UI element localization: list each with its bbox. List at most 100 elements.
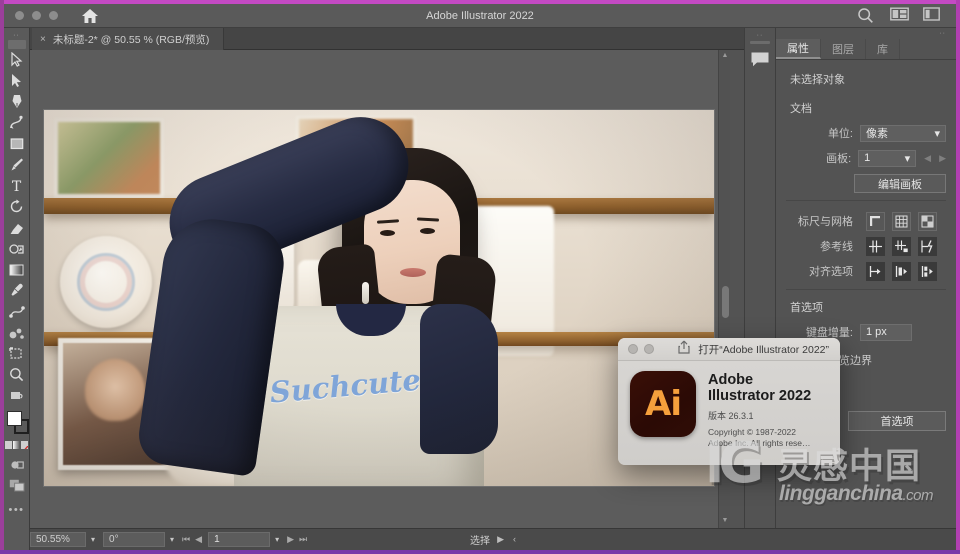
scroll-up-icon[interactable]: ▲ — [719, 52, 730, 64]
direct-selection-tool[interactable] — [4, 70, 30, 91]
rectangle-tool[interactable] — [4, 133, 30, 154]
snap-to-point-icon[interactable] — [866, 261, 885, 281]
eraser-tool[interactable] — [4, 217, 30, 238]
rotate-tool[interactable] — [4, 196, 30, 217]
selection-status: 未选择对象 — [790, 74, 845, 86]
pen-tool[interactable] — [4, 91, 30, 112]
artboard-stepper[interactable]: ◀ ▶ — [924, 153, 946, 164]
curvature-tool[interactable] — [4, 112, 30, 133]
previous-artboard-icon[interactable]: ◀ — [195, 534, 202, 545]
status-play-icon[interactable]: ▶ — [497, 534, 504, 545]
comments-icon[interactable] — [750, 51, 770, 73]
hand-tool[interactable] — [4, 385, 30, 406]
rotation-dropdown-icon[interactable]: ▾ — [170, 535, 174, 544]
first-artboard-icon[interactable]: ⏮ — [182, 534, 190, 545]
status-more-icon[interactable]: ‹ — [513, 534, 516, 545]
show-grid-icon[interactable] — [892, 211, 911, 231]
chevron-down-icon: ▾ — [934, 127, 940, 140]
artboard-prev-icon[interactable]: ◀ — [924, 153, 931, 164]
tab-libraries[interactable]: 库 — [866, 39, 900, 59]
gradient-button[interactable] — [13, 441, 20, 449]
zoom-tool[interactable] — [4, 364, 30, 385]
dialog-traffic-lights[interactable] — [628, 344, 654, 354]
artboard-navigation-next: ▶ ⏭ — [287, 534, 307, 545]
placed-photo[interactable]: Suchcute — [44, 110, 714, 486]
open-application-dialog[interactable]: 打开“Adobe Illustrator 2022” Ai Adobe Illu… — [618, 338, 840, 465]
rotation-input[interactable]: 0° — [103, 532, 166, 547]
artboard-row: 画板: 1 ▾ ◀ ▶ — [776, 147, 956, 169]
fill-stroke-swatches[interactable] — [4, 410, 30, 440]
tab-layers[interactable]: 图层 — [821, 39, 866, 59]
canvas-scroll-thumb[interactable] — [722, 286, 729, 318]
panel-grip[interactable]: ·· — [776, 28, 956, 39]
gradient-tool[interactable] — [4, 259, 30, 280]
photo-earring — [362, 282, 369, 304]
color-button[interactable] — [5, 441, 12, 449]
artboard-number-input[interactable]: 1 — [208, 532, 271, 547]
snap-to-pixel-icon[interactable] — [918, 261, 937, 281]
shape-builder-tool[interactable] — [4, 238, 30, 259]
snap-to-grid-icon[interactable] — [892, 261, 911, 281]
edit-toolbar-button[interactable]: ••• — [8, 504, 24, 516]
rulers-grid-label: 标尺与网格 — [798, 216, 853, 228]
zoom-dropdown-icon[interactable]: ▾ — [91, 535, 95, 544]
artboard-next-icon[interactable]: ▶ — [939, 153, 946, 164]
minimize-window-button[interactable] — [32, 11, 41, 20]
show-guides-icon[interactable] — [866, 236, 885, 256]
lock-guides-icon[interactable] — [892, 236, 911, 256]
dock-grip[interactable]: ·· — [757, 32, 764, 39]
rulers-grid-row: 标尺与网格 — [776, 210, 956, 232]
home-icon[interactable] — [81, 8, 99, 24]
selection-tool[interactable] — [4, 49, 30, 70]
eyedropper-tool[interactable] — [4, 280, 30, 301]
document-tab[interactable]: × 未标题-2* @ 50.55 % (RGB/预览) — [32, 28, 225, 50]
edit-artboard-button[interactable]: 编辑画板 — [854, 174, 946, 193]
dock-collapse-bar[interactable] — [750, 41, 770, 44]
dialog-close-button[interactable] — [628, 344, 638, 354]
screen-frame-top — [0, 0, 960, 4]
tools-panel-grip[interactable]: ·· — [10, 31, 24, 39]
artboard[interactable]: Suchcute — [44, 110, 714, 486]
smart-guides-icon[interactable] — [918, 236, 937, 256]
fill-swatch[interactable] — [6, 411, 22, 426]
artboard-dropdown-icon[interactable]: ▾ — [275, 535, 279, 544]
preferences-button[interactable]: 首选项 — [848, 411, 946, 431]
artboard-tool[interactable] — [4, 343, 30, 364]
photo-decorative-plate — [60, 236, 152, 328]
artboard-select[interactable]: 1 ▾ — [858, 149, 917, 167]
last-artboard-icon[interactable]: ⏭ — [299, 534, 307, 545]
next-artboard-icon[interactable]: ▶ — [287, 534, 294, 545]
symbol-sprayer-tool[interactable] — [4, 322, 30, 343]
arrange-documents-icon[interactable] — [890, 7, 909, 24]
blend-tool[interactable] — [4, 301, 30, 322]
color-mode-buttons[interactable] — [5, 441, 28, 449]
close-tab-icon[interactable]: × — [40, 34, 46, 45]
preferences-section-title: 首选项 — [790, 302, 823, 314]
show-transparency-grid-icon[interactable] — [918, 211, 937, 231]
tab-properties[interactable]: 属性 — [776, 39, 821, 59]
titlebar-actions — [857, 7, 940, 24]
photo-eye-right — [420, 228, 435, 234]
unit-label: 单位: — [827, 128, 853, 140]
close-window-button[interactable] — [15, 11, 24, 20]
window-traffic-lights[interactable] — [15, 11, 58, 20]
search-icon[interactable] — [857, 7, 874, 24]
guides-buttons — [866, 236, 937, 256]
dialog-minimize-button[interactable] — [644, 344, 654, 354]
paintbrush-tool[interactable] — [4, 154, 30, 175]
dialog-title: 打开“Adobe Illustrator 2022” — [698, 343, 829, 356]
screen-frame-left — [0, 0, 4, 554]
none-button[interactable] — [21, 441, 28, 449]
zoom-window-button[interactable] — [49, 11, 58, 20]
drawing-mode-button[interactable] — [4, 454, 30, 475]
photo-subject: Suchcute — [135, 110, 554, 486]
screen-mode-button[interactable] — [4, 475, 30, 496]
workspace-switcher-icon[interactable] — [923, 7, 940, 24]
type-tool[interactable]: T — [4, 175, 30, 196]
share-icon[interactable] — [678, 340, 690, 359]
unit-select[interactable]: 像素 ▾ — [860, 124, 946, 142]
show-rulers-icon[interactable] — [866, 211, 885, 231]
document-section-title: 文档 — [790, 103, 812, 115]
zoom-level-input[interactable]: 50.55% — [30, 532, 86, 547]
keyboard-increment-input[interactable]: 1 px — [860, 323, 912, 341]
